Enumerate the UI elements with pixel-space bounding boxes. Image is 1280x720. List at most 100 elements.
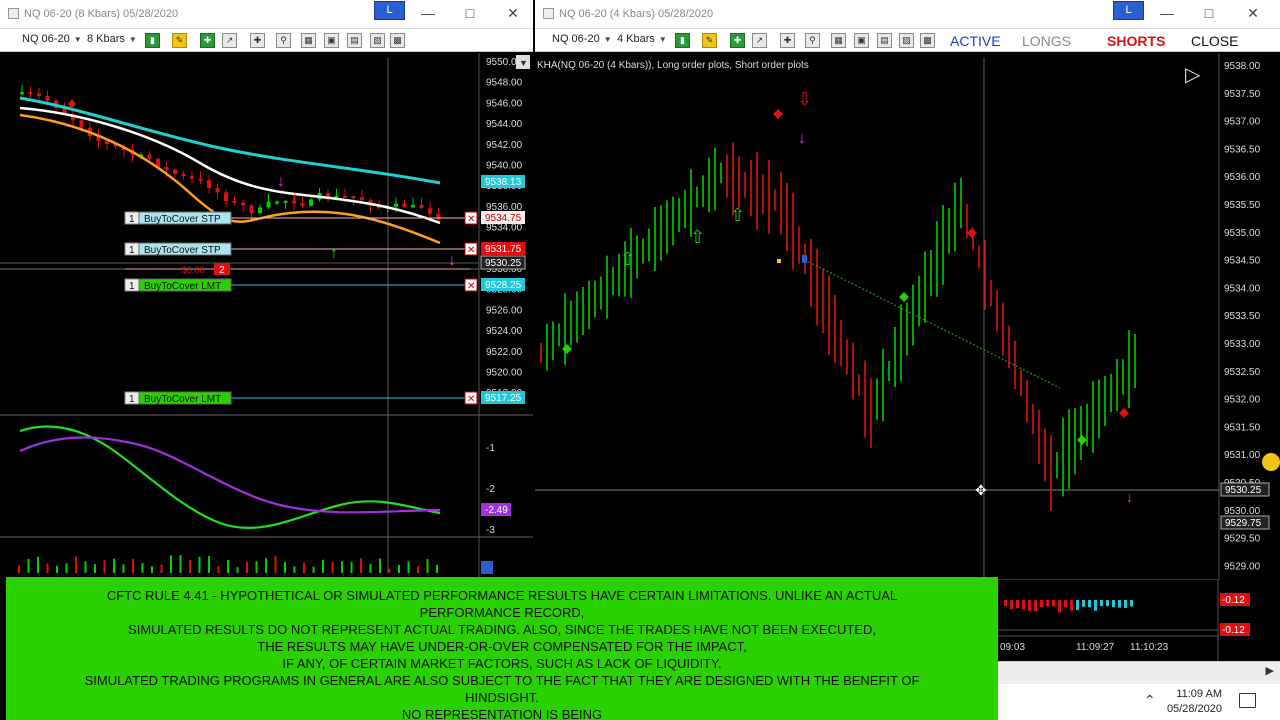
zoom-icon[interactable]: ⚲ [805,33,820,48]
disclaimer-line: HINDSIGHT. [465,690,539,705]
signal-diamond [562,344,572,354]
close-icon[interactable]: ✕ [505,5,521,21]
volume-bar [189,560,191,573]
signal-diamond [899,292,909,302]
maximize-icon[interactable]: □ [462,5,478,21]
short-signal-arrow-icon: ↓ [291,188,299,205]
tray-clock[interactable]: 11:09 AM 05/28/2020 [1167,687,1222,717]
volume-bar [246,562,248,573]
price-axis-label: 9533.50 [1224,311,1261,322]
osc-histogram-bar [1076,600,1079,610]
osc-histogram-bar [1100,600,1103,607]
maximize-icon[interactable]: □ [1201,5,1217,21]
order-cancel-icon: ✕ [467,245,475,256]
properties-icon[interactable]: ▦ [831,33,846,48]
zoom-icon[interactable]: ⚲ [276,33,291,48]
share-icon[interactable]: ▧ [899,33,914,48]
right-window-title: NQ 06-20 (4 Kbars) 05/28/2020 [559,8,714,20]
more-icon[interactable]: ▩ [390,33,405,48]
long-signal-arrow-icon: ⇧ [730,205,745,225]
data-box-icon[interactable]: ▤ [877,33,892,48]
active-mode-button[interactable]: ACTIVE [950,33,1001,49]
short-entry-arrow-icon: ↓ [798,130,806,147]
right-link-button[interactable]: L [1113,1,1144,20]
price-axis-label: 9529.00 [1224,561,1261,572]
left-title-bar[interactable]: NQ 06-20 (8 Kbars) 05/28/2020 L — □ ✕ [0,0,533,29]
minimize-icon[interactable]: — [1159,5,1175,21]
strategy-icon[interactable]: ↗ [222,33,237,48]
template-icon[interactable]: ▣ [854,33,869,48]
right-instrument-select[interactable]: NQ 06-20 ▼ [552,33,612,45]
bar-type-icon[interactable]: ▮ [145,33,160,48]
volume-bar [113,558,115,573]
disclaimer-line: PERFORMANCE RECORD, [419,605,585,620]
minimize-icon[interactable]: — [420,5,436,21]
template-icon[interactable]: ▣ [324,33,339,48]
osc-histogram-bar [1016,600,1019,609]
tray-chevron-icon[interactable]: ⌃ [1144,692,1156,709]
share-icon[interactable]: ▧ [370,33,385,48]
price-axis-label: 9535.00 [1224,228,1261,239]
close-mode-button[interactable]: CLOSE [1191,33,1238,49]
volume-bar [331,561,334,573]
left-interval-select[interactable]: 8 Kbars ▼ [87,33,137,45]
long-signal-arrow-icon: ↑ [330,245,338,262]
candle-body [300,203,305,206]
properties-icon[interactable]: ▦ [301,33,316,48]
right-interval-select[interactable]: 4 Kbars ▼ [617,33,667,45]
left-link-button[interactable]: L [374,1,405,20]
volume-bar [94,564,96,573]
order-qty: 1 [129,214,135,225]
candle-body [419,204,424,209]
candle-body [190,176,194,179]
osc-axis-label: -2 [486,484,495,495]
candle-body [241,202,245,206]
right-price-chart[interactable]: KHA(NQ 06-20 (4 Kbars)), Long order plot… [535,53,1280,580]
longs-mode-button[interactable]: LONGS [1022,33,1071,49]
right-title-bar[interactable]: NQ 06-20 (4 Kbars) 05/28/2020 L — □ ✕ [535,0,1280,29]
left-chart-window: NQ 06-20 (8 Kbars) 05/28/2020 L — □ ✕ NQ… [0,0,533,580]
volume-bar [255,561,258,573]
price-axis-label: 9526.00 [486,305,523,316]
indicator-icon[interactable]: ✚ [730,33,745,48]
candle-body [275,201,279,204]
volume-bar [160,564,163,573]
crosshair-icon[interactable]: ✚ [780,33,795,48]
horizontal-scrollbar[interactable]: ▶ [998,661,1280,684]
shorts-mode-button[interactable]: SHORTS [1107,33,1165,49]
volume-bar [217,566,220,573]
price-axis-label: 9534.50 [1224,256,1261,267]
candle-body [147,154,152,159]
volume-bar [46,563,49,573]
entry-dot [777,259,781,263]
volume-bar [388,568,391,573]
more-icon[interactable]: ▩ [920,33,935,48]
last-price-tag: 9530.25 [1225,485,1262,496]
draw-pencil-icon[interactable]: ✎ [702,33,717,48]
left-price-chart[interactable]: 9550.0 9548.00 9546.00 9544.00 9542.00 9540.0… [0,53,533,580]
osc-histogram-bar [1088,600,1091,608]
order-price-tag: 9534.75 [485,213,522,224]
candle-body [28,92,33,95]
left-toolbar: NQ 06-20 ▼ 8 Kbars ▼ ▮ ✎ ✚ ↗ ✚ ⚲ ▦ ▣ ▤ ▧ ▩ [0,29,533,52]
price-axis-label: 9538.00 [1224,61,1261,72]
disclaimer-line: SIMULATED TRADING PROGRAMS IN GENERAL AR… [84,673,920,688]
candle-body [309,199,313,206]
volume-bar [293,566,296,573]
candle-body [402,203,407,208]
candle-body [164,167,169,170]
draw-pencil-icon[interactable]: ✎ [172,33,187,48]
long-signal-arrow-icon: ⇧ [690,227,705,247]
candle-body [326,192,330,197]
indicator-icon[interactable]: ✚ [200,33,215,48]
notification-icon[interactable] [1239,693,1256,708]
osc-histogram-bar [1124,600,1127,609]
strategy-icon[interactable]: ↗ [752,33,767,48]
right-toolbar: NQ 06-20 ▼ 4 Kbars ▼ ▮ ✎ ✚ ↗ ✚ ⚲ ▦ ▣ ▤ ▧ ▩… [535,29,1280,52]
crosshair-icon[interactable]: ✚ [250,33,265,48]
left-instrument-select[interactable]: NQ 06-20 ▼ [22,33,82,45]
bar-type-icon[interactable]: ▮ [675,33,690,48]
data-box-icon[interactable]: ▤ [347,33,362,48]
close-icon[interactable]: ✕ [1245,5,1261,21]
scroll-right-icon[interactable]: ▶ [1266,664,1274,677]
